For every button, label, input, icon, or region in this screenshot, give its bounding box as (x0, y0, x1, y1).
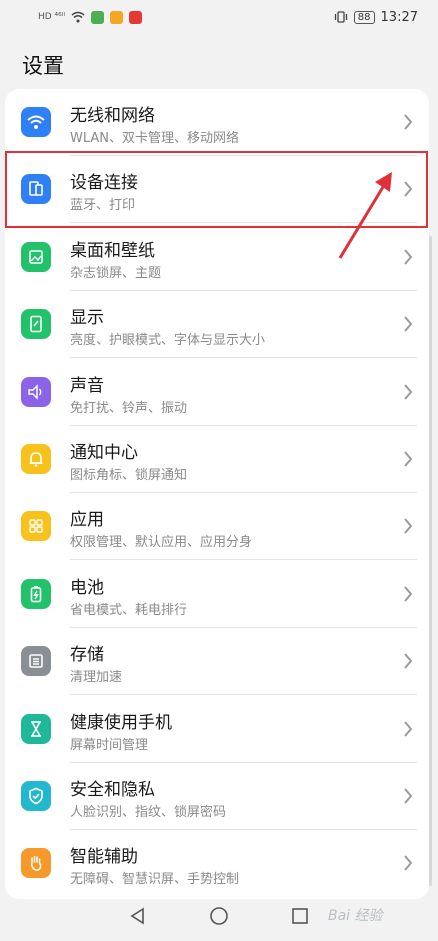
settings-item-subtitle: 亮度、护眼模式、字体与显示大小 (70, 333, 266, 349)
settings-item[interactable]: 无线和网络 WLAN、双卡管理、移动网络 (5, 89, 429, 156)
status-bar: HD ⁴⁶ᴵˡ 88 13:27 (0, 0, 438, 34)
chevron-right-icon (404, 855, 413, 872)
settings-item-subtitle: WLAN、双卡管理、移动网络 (70, 131, 240, 146)
settings-item-label: 安全和隐私 (70, 780, 155, 800)
display-icon (21, 309, 51, 340)
settings-item-subtitle: 图标角标、锁屏通知 (70, 468, 188, 483)
battery-status-icon: 88 (353, 10, 375, 24)
settings-item-label: 声音 (70, 375, 104, 396)
settings-item-subtitle: 人脸识别、指纹、锁屏密码 (70, 805, 227, 820)
chevron-right-icon (404, 316, 413, 332)
vibrate-icon (334, 11, 347, 23)
clock: 13:27 (380, 9, 418, 25)
recents-icon[interactable] (290, 906, 310, 926)
settings-item-label: 通知中心 (70, 443, 138, 463)
signal-indicator: HD ⁴⁶ᴵˡ (38, 12, 65, 22)
chevron-right-icon (404, 451, 413, 467)
settings-item-label: 应用 (70, 510, 104, 531)
wifi-status-icon (71, 11, 85, 23)
settings-item-label: 无线和网络 (70, 106, 155, 126)
settings-item-label: 显示 (70, 308, 104, 329)
settings-item[interactable]: 通知中心图标角标、锁屏通知 (5, 426, 429, 493)
chevron-right-icon (404, 383, 413, 400)
shield-icon (21, 781, 51, 811)
settings-item[interactable]: 应用权限管理、默认应用、应用分身 (5, 493, 429, 561)
settings-item-subtitle: 省电模式、耗电排行 (70, 602, 188, 618)
chevron-right-icon (404, 720, 413, 737)
settings-item[interactable]: 声音免打扰、铃声、振动 (5, 359, 429, 426)
hourglass-icon (21, 713, 51, 744)
scrollbar[interactable] (429, 236, 432, 886)
settings-item-subtitle: 清理加速 (70, 670, 123, 686)
storage-icon (21, 646, 51, 677)
settings-item-subtitle: 权限管理、默认应用、应用分身 (70, 535, 253, 551)
chevron-right-icon (404, 653, 413, 669)
watermark: Bai 经验 (328, 908, 383, 924)
settings-item[interactable]: 电池省电模式、耗电排行 (5, 561, 429, 628)
sound-icon (21, 376, 51, 407)
annotation-arrow (338, 172, 392, 259)
settings-item-label: 电池 (70, 577, 104, 598)
settings-item-subtitle: 无障碍、智慧识屏、手势控制 (70, 872, 240, 888)
wallpaper-icon (21, 241, 51, 272)
settings-item-subtitle: 免打扰、铃声、振动 (70, 400, 188, 416)
settings-item-label: 健康使用手机 (70, 712, 172, 733)
app-notification-icon (128, 10, 142, 24)
settings-item-label: 桌面和壁纸 (70, 240, 155, 261)
app-notification-icon (90, 10, 104, 24)
settings-item[interactable]: 显示亮度、护眼模式、字体与显示大小 (5, 291, 429, 359)
settings-item[interactable]: 安全和隐私人脸识别、指纹、锁屏密码 (5, 763, 429, 830)
home-icon[interactable] (208, 905, 230, 927)
hand-icon (21, 848, 51, 879)
settings-item-label: 智能辅助 (70, 847, 138, 868)
apps-icon (21, 511, 51, 542)
battery-icon (21, 578, 51, 609)
settings-item-subtitle: 屏幕时间管理 (70, 737, 149, 753)
chevron-right-icon (404, 788, 413, 804)
app-notification-icon (109, 10, 123, 24)
page-title: 设置 (22, 54, 64, 78)
settings-item[interactable]: 健康使用手机屏幕时间管理 (5, 696, 429, 763)
back-icon[interactable] (128, 906, 148, 926)
settings-item[interactable]: 智能辅助无障碍、智慧识屏、手势控制 (5, 830, 429, 897)
settings-item[interactable]: 存储 清理加速 (5, 628, 429, 696)
settings-item-subtitle: 杂志锁屏、主题 (70, 265, 162, 281)
chevron-right-icon (404, 518, 413, 535)
settings-item-label: 存储 (70, 645, 104, 666)
chevron-right-icon (404, 586, 413, 602)
chevron-right-icon (404, 114, 413, 130)
chevron-right-icon (404, 249, 413, 265)
bell-icon (21, 444, 51, 474)
wifi-icon (21, 107, 51, 137)
